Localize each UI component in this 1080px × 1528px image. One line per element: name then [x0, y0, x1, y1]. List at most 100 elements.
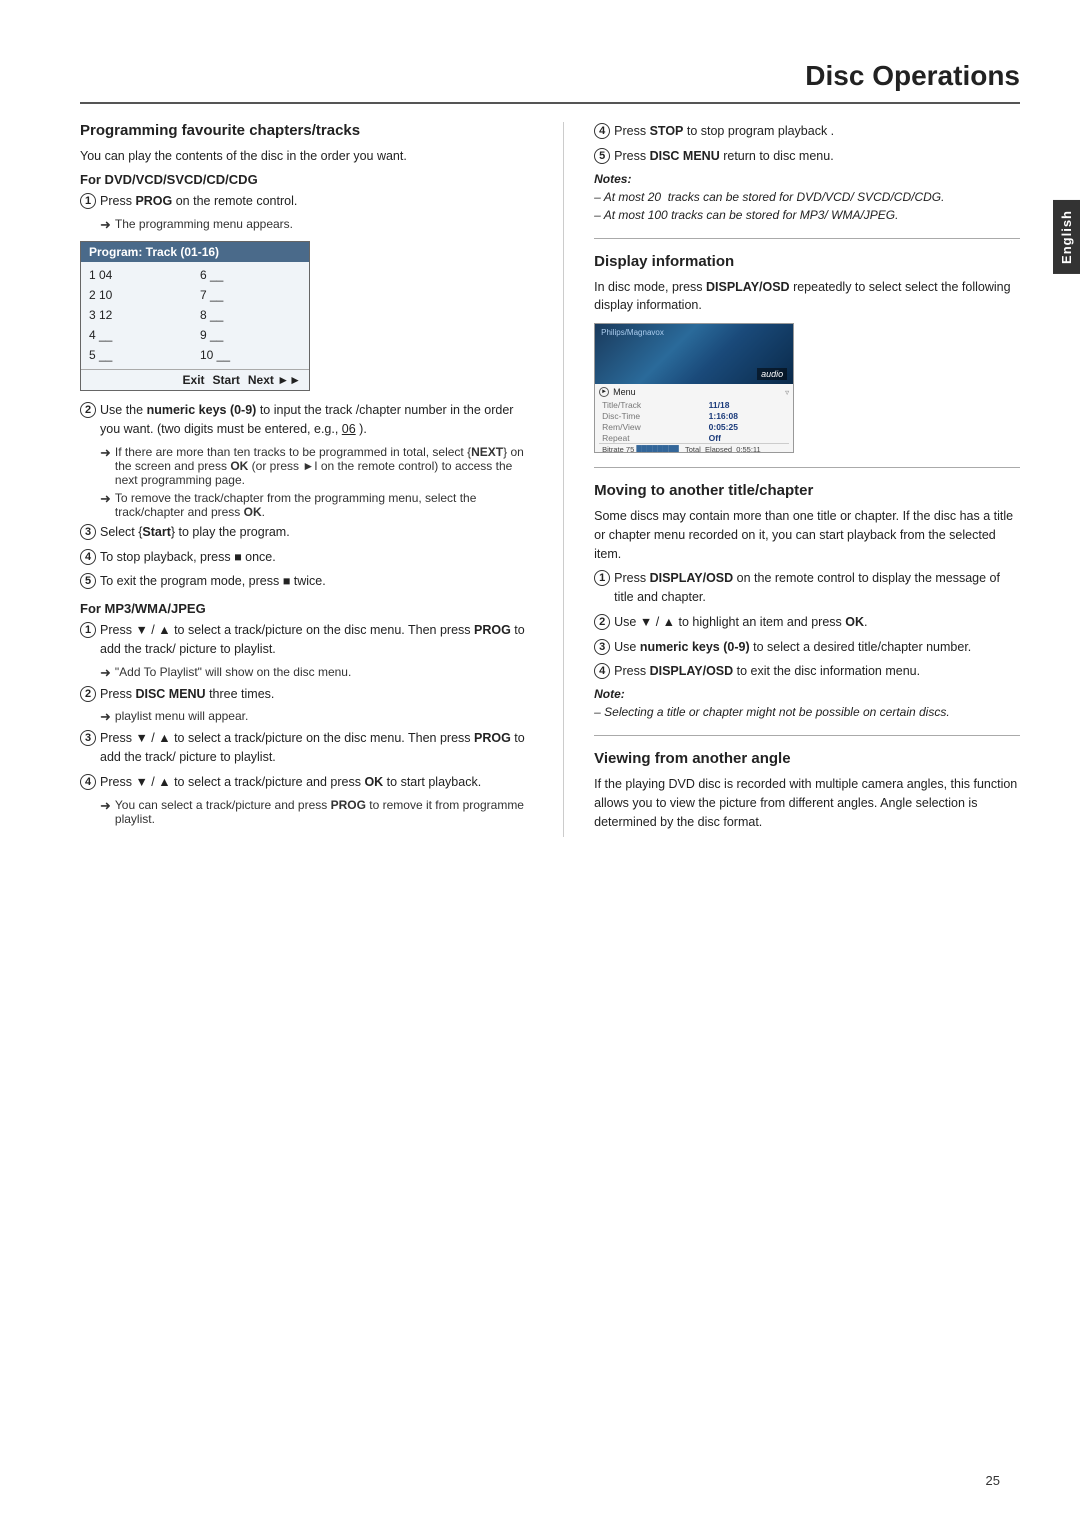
- dvd-step-3-text: Select {Start} to play the program.: [100, 523, 527, 542]
- moving-step-number-3: 3: [594, 639, 610, 655]
- mp3-step-1: 1 Press ▼ / ▲ to select a track/picture …: [80, 621, 527, 659]
- moving-section-intro: Some discs may contain more than one tit…: [594, 507, 1020, 563]
- osd-label: Repeat: [599, 432, 706, 443]
- program-table: Program: Track (01-16) 1 04 6 __ 2 10 7 …: [80, 241, 310, 392]
- divider-1: [594, 238, 1020, 239]
- mp3-step-2-arrow: ➜ playlist menu will appear.: [100, 709, 527, 725]
- osd-play-icon: ►: [599, 387, 609, 397]
- table-footer-exit: Exit: [183, 373, 205, 387]
- mp3-step-4-arrow: ➜ You can select a track/picture and pre…: [100, 798, 527, 826]
- program-cell: 1 04: [89, 266, 190, 285]
- osd-video-area: Philips/Magnavox audio: [595, 324, 793, 384]
- osd-label: Title/Track: [599, 399, 706, 410]
- osd-label: Disc-Time: [599, 410, 706, 421]
- dvd-step-2-text: Use the numeric keys (0-9) to input the …: [100, 401, 527, 439]
- osd-value: 0:05:25: [706, 421, 790, 432]
- arrow-symbol: ➜: [100, 709, 111, 725]
- osd-value: Off: [706, 432, 790, 443]
- program-cell: 9 __: [200, 326, 301, 345]
- dvd-step-4: 4 To stop playback, press ■ once.: [80, 548, 527, 567]
- mp3-step-number-1: 1: [80, 622, 96, 638]
- divider-2: [594, 467, 1020, 468]
- osd-row: Title/Track 11/18: [599, 399, 789, 410]
- mp3-step-1-text: Press ▼ / ▲ to select a track/picture on…: [100, 621, 527, 659]
- osd-info-table: Title/Track 11/18 Disc-Time 1:16:08 Rem/…: [599, 399, 789, 443]
- divider-3: [594, 735, 1020, 736]
- program-cell: 5 __: [89, 346, 190, 365]
- left-section-title: Programming favourite chapters/tracks: [80, 122, 527, 139]
- right-step-5-text: Press DISC MENU return to disc menu.: [614, 147, 1020, 166]
- dvd-step-2-arrow1: ➜ If there are more than ten tracks to b…: [100, 445, 527, 487]
- moving-notes-block: Note: – Selecting a title or chapter mig…: [594, 687, 1020, 721]
- moving-step-2-text: Use ▼ / ▲ to highlight an item and press…: [614, 613, 1020, 632]
- moving-step-2: 2 Use ▼ / ▲ to highlight an item and pre…: [594, 613, 1020, 632]
- dvd-step-4-text: To stop playback, press ■ once.: [100, 548, 527, 567]
- left-column: Programming favourite chapters/tracks Yo…: [80, 122, 527, 837]
- angle-section-intro: If the playing DVD disc is recorded with…: [594, 775, 1020, 831]
- program-table-footer: Exit Start Next ►►: [81, 369, 309, 390]
- osd-value: 11/18: [706, 399, 790, 410]
- osd-row: Repeat Off: [599, 432, 789, 443]
- osd-menu-row: ► Menu ▿: [599, 387, 789, 397]
- osd-footer: Bitrate 75 ████████ Total Elapsed 0:55:1…: [599, 443, 789, 453]
- mp3-step-3: 3 Press ▼ / ▲ to select a track/picture …: [80, 729, 527, 767]
- right-step-number-4: 4: [594, 123, 610, 139]
- display-section-intro: In disc mode, press DISPLAY/OSD repeated…: [594, 278, 1020, 316]
- display-section-title: Display information: [594, 253, 1020, 270]
- program-table-body: 1 04 6 __ 2 10 7 __ 3 12 8 __ 4 __ 9 __ …: [81, 262, 309, 370]
- moving-step-number-1: 1: [594, 570, 610, 586]
- angle-section-title: Viewing from another angle: [594, 750, 1020, 767]
- arrow-symbol: ➜: [100, 798, 111, 814]
- step-number-3: 3: [80, 524, 96, 540]
- left-intro-text: You can play the contents of the disc in…: [80, 147, 527, 166]
- moving-step-1-text: Press DISPLAY/OSD on the remote control …: [614, 569, 1020, 607]
- step-number-4: 4: [80, 549, 96, 565]
- dvd-step-2-arrow2: ➜ To remove the track/chapter from the p…: [100, 491, 527, 519]
- osd-menu-label: Menu: [613, 387, 636, 397]
- arrow-symbol: ➜: [100, 665, 111, 681]
- moving-step-4: 4 Press DISPLAY/OSD to exit the disc inf…: [594, 662, 1020, 681]
- program-cell: 8 __: [200, 306, 301, 325]
- osd-audio-badge: audio: [757, 368, 787, 380]
- mp3-step-3-text: Press ▼ / ▲ to select a track/picture on…: [100, 729, 527, 767]
- language-tab: English: [1053, 200, 1080, 274]
- moving-step-4-text: Press DISPLAY/OSD to exit the disc infor…: [614, 662, 1020, 681]
- moving-step-3-text: Use numeric keys (0-9) to select a desir…: [614, 638, 1020, 657]
- mp3-step-2-text: Press DISC MENU three times.: [100, 685, 527, 704]
- moving-step-number-4: 4: [594, 663, 610, 679]
- mp3-step-4: 4 Press ▼ / ▲ to select a track/picture …: [80, 773, 527, 792]
- moving-step-number-2: 2: [594, 614, 610, 630]
- mp3-step-number-3: 3: [80, 730, 96, 746]
- notes-line-2: – At most 100 tracks can be stored for M…: [594, 206, 1020, 224]
- arrow-symbol: ➜: [100, 445, 111, 461]
- dvd-step-2: 2 Use the numeric keys (0-9) to input th…: [80, 401, 527, 439]
- program-cell: 10 __: [200, 346, 301, 365]
- right-step-5: 5 Press DISC MENU return to disc menu.: [594, 147, 1020, 166]
- mp3-step-number-4: 4: [80, 774, 96, 790]
- mp3-step-4-text: Press ▼ / ▲ to select a track/picture an…: [100, 773, 527, 792]
- page-number: 25: [986, 1473, 1000, 1488]
- arrow-symbol: ➜: [100, 217, 111, 233]
- table-footer-next: Next ►►: [248, 373, 301, 387]
- right-step-4-text: Press STOP to stop program playback .: [614, 122, 1020, 141]
- moving-step-1: 1 Press DISPLAY/OSD on the remote contro…: [594, 569, 1020, 607]
- step-number-2: 2: [80, 402, 96, 418]
- notes-block: Notes: – At most 20 tracks can be stored…: [594, 172, 1020, 224]
- dvd-step-1: 1 Press PROG on the remote control.: [80, 192, 527, 211]
- osd-logo: Philips/Magnavox: [601, 328, 664, 337]
- dvd-subsection-title: For DVD/VCD/SVCD/CD/CDG: [80, 172, 527, 187]
- dvd-step-5-text: To exit the program mode, press ■ twice.: [100, 572, 527, 591]
- table-footer-start: Start: [213, 373, 240, 387]
- osd-row: Rem/View 0:05:25: [599, 421, 789, 432]
- program-cell: 6 __: [200, 266, 301, 285]
- notes-title: Notes:: [594, 172, 1020, 186]
- program-cell: 7 __: [200, 286, 301, 305]
- arrow-symbol: ➜: [100, 491, 111, 507]
- step-number-5: 5: [80, 573, 96, 589]
- page-title: Disc Operations: [80, 60, 1020, 104]
- mp3-step-number-2: 2: [80, 686, 96, 702]
- osd-row: Disc-Time 1:16:08: [599, 410, 789, 421]
- moving-section-title: Moving to another title/chapter: [594, 482, 1020, 499]
- dvd-step-1-arrow: ➜ The programming menu appears.: [100, 217, 527, 233]
- mp3-step-1-arrow: ➜ "Add To Playlist" will show on the dis…: [100, 665, 527, 681]
